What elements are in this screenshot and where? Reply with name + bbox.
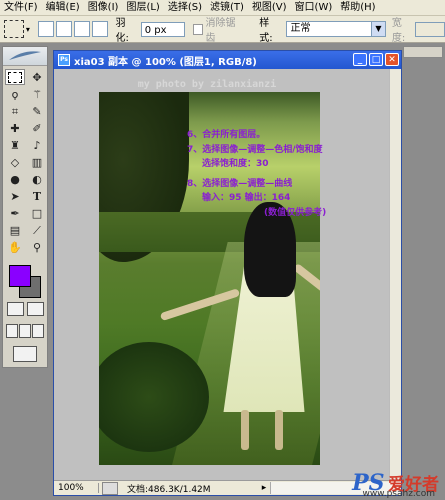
standard-mode-icon[interactable] (6, 302, 24, 316)
site-watermark-logo: PS 爱好者 www.psahz.com (352, 470, 439, 499)
eraser-icon[interactable]: ◇ (5, 154, 25, 170)
type-icon[interactable]: T (27, 188, 47, 204)
antialias-checkbox[interactable] (192, 23, 204, 35)
screen-mode-full-icon[interactable] (32, 324, 45, 338)
menu-layer[interactable]: 图层(L) (122, 0, 163, 15)
gradient-icon[interactable]: ▥ (27, 154, 47, 170)
close-button[interactable]: ✕ (385, 53, 399, 66)
healing-icon[interactable]: ✚ (5, 120, 25, 136)
leg-right-shape (275, 410, 283, 450)
blur-icon[interactable]: ● (5, 171, 25, 187)
style-select[interactable]: 正常 ▼ (286, 21, 386, 37)
screen-mode-buttons (3, 320, 47, 342)
new-selection-icon[interactable] (37, 21, 54, 37)
crop-icon[interactable]: ⌗ (5, 103, 25, 119)
menu-filter[interactable]: 滤镜(T) (206, 0, 248, 15)
intersect-selection-icon[interactable] (91, 21, 108, 37)
marquee-preset-icon[interactable] (4, 20, 24, 38)
instruction-saturation: 选择饱和度：30 (202, 159, 269, 169)
history-brush-icon[interactable]: ♪ (27, 137, 47, 153)
watermark-url: www.psahz.com (362, 489, 435, 499)
menu-view[interactable]: 视图(V) (248, 0, 291, 15)
shape-icon[interactable]: □ (27, 205, 47, 221)
style-value: 正常 (290, 23, 311, 34)
instruction-step-7: 7、选择图像—调整—色相/饱和度 (187, 145, 323, 155)
instruction-step-8: 8、选择图像—调整—曲线 (187, 179, 293, 189)
pen-icon[interactable]: ✒ (5, 205, 25, 221)
add-selection-icon[interactable] (55, 21, 72, 37)
photo-credit-overlay: my photo by zilanxianzi (137, 79, 277, 90)
maximize-button[interactable]: □ (369, 53, 383, 66)
dodge-icon[interactable]: ◐ (27, 171, 47, 187)
foreground-color-swatch[interactable] (9, 265, 31, 287)
menu-image[interactable]: 图像(I) (84, 0, 123, 15)
move-icon[interactable]: ✥ (27, 69, 47, 85)
feather-label: 羽化: (115, 18, 129, 44)
document-window: Ps xia03 副本 @ 100% (图层1, RGB/8) _ □ ✕ my… (53, 50, 402, 496)
instruction-disclaimer: (数值仅供参考) (264, 208, 327, 218)
feather-input[interactable]: 0 px (140, 21, 185, 37)
status-menu-arrow-icon[interactable]: ▸ (258, 483, 270, 493)
path-select-icon[interactable]: ➤ (5, 188, 25, 204)
leg-left-shape (241, 410, 249, 450)
width-input[interactable] (415, 21, 445, 37)
subtract-selection-icon[interactable] (73, 21, 90, 37)
document-status-bar: 100% 文档:486.3K/1.42M ▸ (54, 480, 401, 495)
lasso-icon[interactable]: ϙ (5, 86, 25, 102)
instruction-curves-values: 输入：95 输出：164 (202, 193, 291, 203)
stamp-icon[interactable]: ♜ (5, 137, 25, 153)
vertical-scrollbar[interactable] (389, 69, 401, 479)
menu-help[interactable]: 帮助(H) (336, 0, 379, 15)
instruction-step-6: 6、合并所有图层。 (187, 130, 266, 140)
screen-mode-full-menu-icon[interactable] (18, 324, 31, 338)
menu-window[interactable]: 窗口(W) (291, 0, 337, 15)
menu-edit[interactable]: 编辑(E) (42, 0, 84, 15)
width-label: 宽度: (391, 18, 406, 44)
mask-mode-buttons (3, 298, 47, 320)
screen-mode-standard-icon[interactable] (5, 324, 18, 338)
notes-icon[interactable]: ▤ (5, 222, 25, 238)
eyedropper-icon[interactable]: ⟋ (27, 222, 47, 238)
zoom-level[interactable]: 100% (54, 483, 99, 493)
menu-file[interactable]: 文件(F) (0, 0, 42, 15)
options-bar: ▾ 羽化: 0 px 消除锯齿 样式: 正常 ▼ 宽度: (0, 16, 445, 44)
toolbox: ✥ ϙ ⚚ ⌗ ✎ ✚ ✐ ♜ ♪ ◇ ▥ ● ◐ ➤ T ✒ □ ▤ ⟋ ✋ … (2, 46, 48, 368)
marquee-icon[interactable] (5, 69, 25, 85)
slice-icon[interactable]: ✎ (27, 103, 47, 119)
palette-well-tab[interactable] (403, 46, 443, 58)
menu-select[interactable]: 选择(S) (164, 0, 206, 15)
magic-wand-icon[interactable]: ⚚ (27, 86, 47, 102)
zoom-icon[interactable]: ⚲ (27, 239, 47, 255)
color-swatches (7, 262, 47, 298)
hand-icon[interactable]: ✋ (5, 239, 25, 255)
canvas-area[interactable]: my photo by zilanxianzi 6、合并所有图层。 7、选择图像… (54, 69, 401, 479)
status-info-icon[interactable] (102, 481, 118, 495)
brush-icon[interactable]: ✐ (27, 120, 47, 136)
photoshop-doc-icon: Ps (58, 54, 70, 66)
style-label: 样式: (259, 18, 273, 44)
document-title: xia03 副本 @ 100% (图层1, RGB/8) (74, 56, 257, 68)
chevron-down-icon[interactable]: ▾ (26, 25, 30, 34)
antialias-label: 消除锯齿 (205, 18, 236, 44)
chevron-down-icon: ▼ (370, 22, 385, 36)
jump-to-imageready (3, 342, 47, 366)
quickmask-mode-icon[interactable] (26, 302, 44, 316)
photoshop-feather-logo (3, 47, 47, 66)
imageready-icon[interactable] (13, 346, 37, 362)
document-size: 文档:486.3K/1.42M (127, 484, 211, 495)
minimize-button[interactable]: _ (353, 53, 367, 66)
document-title-bar[interactable]: Ps xia03 副本 @ 100% (图层1, RGB/8) _ □ ✕ (54, 51, 401, 69)
